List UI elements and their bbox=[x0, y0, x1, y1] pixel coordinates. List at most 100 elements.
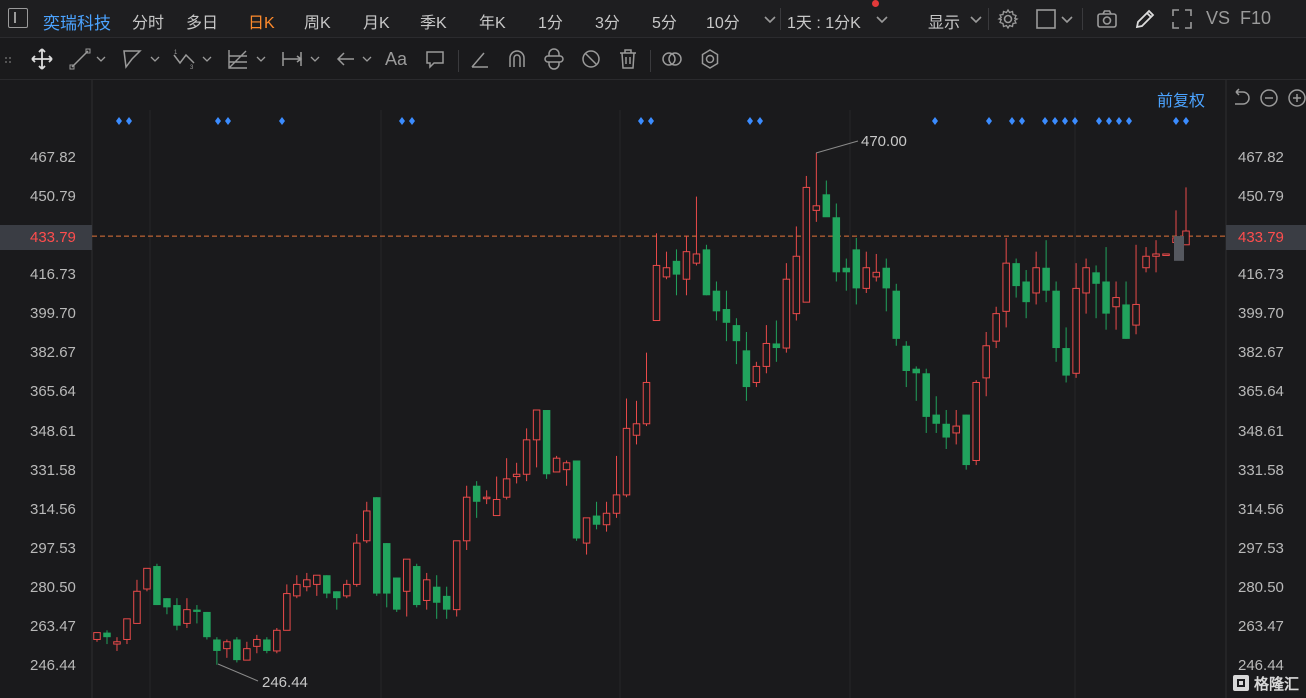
candle-body bbox=[1012, 263, 1020, 287]
top-toolbar: 奕瑞科技 分时 多日 日K 周K 月K 季K 年K 1分 3分 5分 10分 1… bbox=[0, 0, 1306, 38]
candle-body bbox=[432, 586, 441, 603]
chevron-down-icon[interactable] bbox=[870, 7, 894, 31]
magnet-icon[interactable] bbox=[505, 47, 529, 71]
zoom-out-icon[interactable] bbox=[1258, 87, 1280, 109]
period-tab[interactable]: 季K bbox=[420, 9, 447, 33]
vs-compare-button[interactable]: VS bbox=[1206, 8, 1230, 29]
candle-body bbox=[293, 583, 301, 597]
event-marker-diamond bbox=[399, 117, 405, 125]
chevron-down-icon[interactable] bbox=[310, 54, 320, 64]
layout-square-icon[interactable] bbox=[1034, 7, 1058, 31]
range-measure-icon[interactable] bbox=[280, 47, 304, 71]
candle-body bbox=[552, 457, 561, 473]
menu-toggle-icon[interactable] bbox=[8, 8, 28, 28]
arrow-left-icon[interactable] bbox=[334, 47, 358, 71]
candle-body bbox=[253, 638, 261, 647]
hide-drawings-icon[interactable] bbox=[579, 47, 603, 71]
candle-body bbox=[93, 632, 101, 640]
right-axis-tick-label: 365.64 bbox=[1238, 383, 1284, 401]
candle-body bbox=[343, 583, 351, 597]
candle-body bbox=[782, 278, 791, 349]
period-tab[interactable]: 1分 bbox=[538, 9, 563, 33]
zoom-in-icon[interactable] bbox=[1286, 87, 1306, 109]
polyline-icon[interactable] bbox=[120, 47, 144, 71]
left-axis-tick-label: 297.53 bbox=[30, 539, 76, 557]
period-tab[interactable]: 10分 bbox=[706, 9, 740, 33]
candle-body bbox=[562, 462, 571, 471]
display-menu[interactable]: 显示 bbox=[928, 9, 960, 33]
move-cross-icon[interactable] bbox=[30, 47, 54, 71]
left-axis-tick-label: 246.44 bbox=[30, 657, 76, 674]
trash-icon[interactable] bbox=[616, 47, 640, 71]
candle-body bbox=[572, 460, 581, 539]
drag-handle-icon[interactable] bbox=[4, 56, 16, 64]
period-tab-active[interactable]: 日K bbox=[248, 9, 275, 33]
candle-body bbox=[1122, 304, 1130, 339]
price-adjust-select[interactable]: 前复权 bbox=[1157, 87, 1205, 111]
comment-icon[interactable] bbox=[423, 47, 447, 71]
candle-body bbox=[153, 566, 161, 606]
candlestick-chart[interactable]: 470.00 246.44 bbox=[0, 80, 1306, 698]
camera-icon[interactable] bbox=[1095, 7, 1119, 31]
event-marker-diamond bbox=[279, 117, 285, 125]
candle-body bbox=[752, 365, 761, 383]
chevron-down-icon[interactable] bbox=[256, 54, 266, 64]
candle-body bbox=[832, 217, 841, 273]
right-axis-tick-label: 331.58 bbox=[1238, 461, 1284, 479]
event-marker-diamond bbox=[757, 117, 763, 125]
candle-body bbox=[502, 478, 511, 498]
candle-body bbox=[392, 577, 401, 610]
chevron-down-icon[interactable] bbox=[362, 54, 372, 64]
candle-body bbox=[143, 567, 151, 590]
period-tab[interactable]: 多日 bbox=[186, 9, 218, 33]
candle-body bbox=[263, 639, 271, 651]
left-axis-tick-label: 348.61 bbox=[30, 422, 76, 440]
candle-body bbox=[1132, 303, 1140, 326]
chevron-down-icon[interactable] bbox=[964, 7, 988, 31]
f10-button[interactable]: F10 bbox=[1240, 8, 1271, 29]
fullscreen-icon[interactable] bbox=[1170, 7, 1194, 31]
period-tab[interactable]: 周K bbox=[304, 9, 331, 33]
period-tab[interactable]: 3分 bbox=[595, 9, 620, 33]
stock-name[interactable]: 奕瑞科技 bbox=[43, 9, 111, 34]
minute-period-select[interactable]: 1天 : 1分K bbox=[787, 9, 861, 33]
chevron-down-icon[interactable] bbox=[150, 54, 160, 64]
candle-body bbox=[672, 260, 681, 275]
period-tab[interactable]: 月K bbox=[363, 9, 390, 33]
chevron-down-icon[interactable] bbox=[1056, 7, 1080, 31]
svg-text:1: 1 bbox=[174, 50, 178, 56]
candle-body bbox=[1102, 281, 1110, 314]
gear-icon[interactable] bbox=[996, 7, 1020, 31]
wave-pattern-icon[interactable]: 13 bbox=[172, 47, 196, 71]
angle-icon[interactable] bbox=[468, 47, 492, 71]
candle-body bbox=[113, 641, 121, 645]
period-tab[interactable]: 分时 bbox=[132, 9, 164, 33]
candle-body bbox=[702, 249, 711, 296]
event-marker-diamond bbox=[1096, 117, 1102, 125]
right-axis-tick-label: 297.53 bbox=[1238, 539, 1284, 557]
candle-body bbox=[972, 381, 980, 461]
candle-body bbox=[942, 423, 950, 438]
candle-body bbox=[133, 590, 141, 624]
settings-gear-icon[interactable] bbox=[698, 47, 722, 71]
overlay-compare-icon[interactable] bbox=[660, 47, 684, 71]
event-marker-diamond bbox=[1042, 117, 1048, 125]
event-marker-diamond bbox=[1019, 117, 1025, 125]
candle-body bbox=[792, 255, 801, 315]
chevron-down-icon[interactable] bbox=[202, 54, 212, 64]
candle-body bbox=[163, 598, 171, 608]
right-axis-tick-label: 280.50 bbox=[1238, 578, 1284, 596]
fibonacci-icon[interactable] bbox=[226, 47, 250, 71]
candle-body bbox=[802, 186, 811, 303]
text-tool-button[interactable]: Aa bbox=[385, 49, 407, 70]
undo-icon[interactable] bbox=[1230, 87, 1252, 109]
more-periods-chevron-icon[interactable] bbox=[758, 7, 782, 31]
lock-drawing-icon[interactable] bbox=[542, 47, 566, 71]
candle-body bbox=[1042, 267, 1050, 291]
line-segment-icon[interactable] bbox=[68, 47, 92, 71]
period-tab[interactable]: 年K bbox=[479, 9, 506, 33]
pencil-icon[interactable] bbox=[1133, 7, 1157, 31]
chevron-down-icon[interactable] bbox=[96, 54, 106, 64]
period-tab[interactable]: 5分 bbox=[652, 9, 677, 33]
current-price-tag-left: 433.79 bbox=[0, 225, 92, 250]
